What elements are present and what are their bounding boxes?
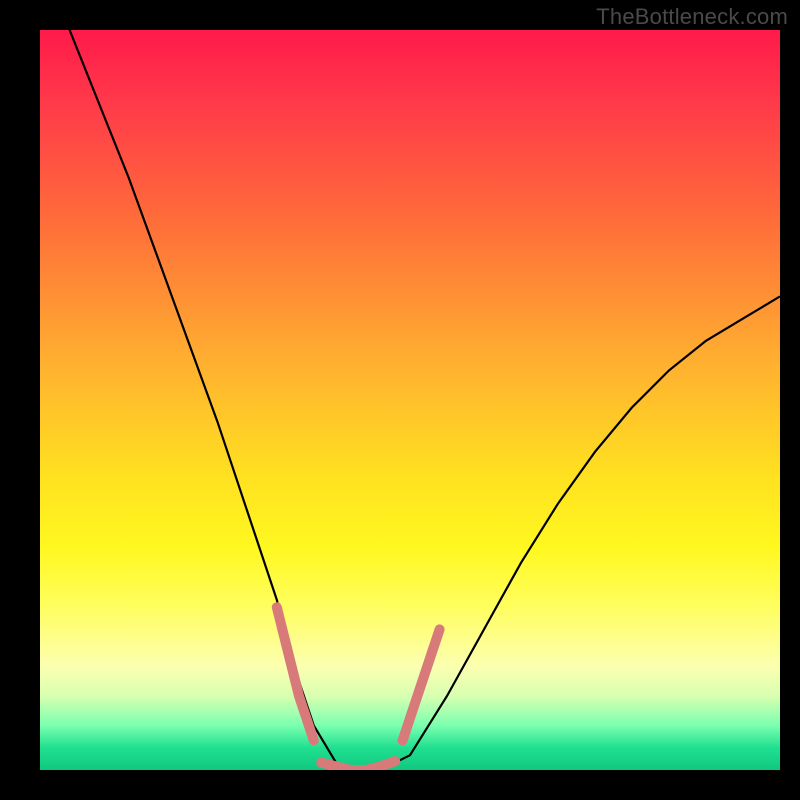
attribution-text: TheBottleneck.com: [596, 4, 788, 30]
chart-svg: [40, 30, 780, 770]
outer-frame: TheBottleneck.com: [0, 0, 800, 800]
plot-area: [40, 30, 780, 770]
highlight-segment-0: [277, 607, 314, 740]
highlight-segment-1: [321, 761, 395, 770]
highlight-segment-2: [403, 629, 440, 740]
